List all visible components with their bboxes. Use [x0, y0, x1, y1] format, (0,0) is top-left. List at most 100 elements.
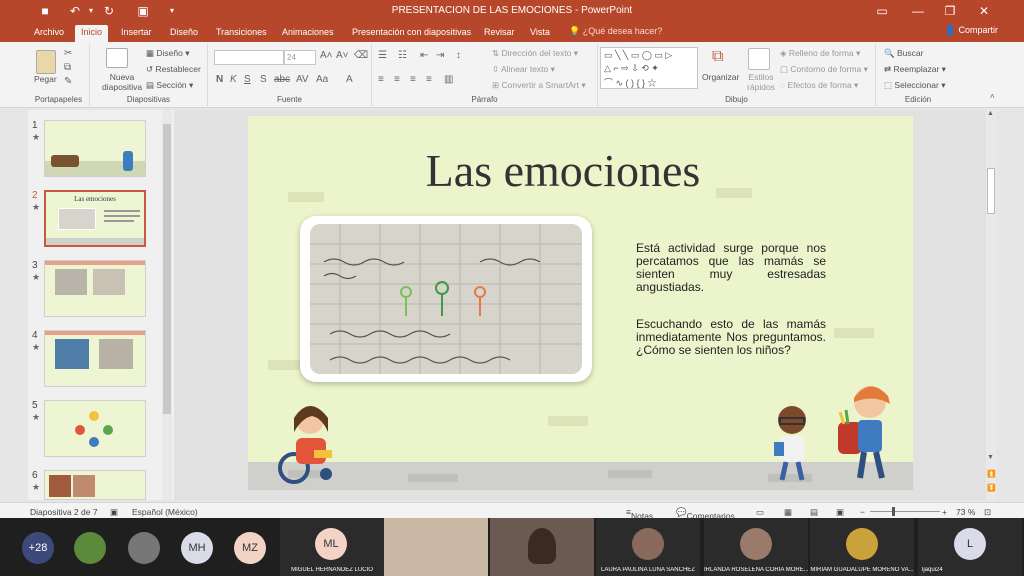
avatar-mz[interactable]: MZ: [234, 532, 266, 564]
participant-tile[interactable]: MIRIAM GUADALUPE MORENO VA...: [810, 518, 914, 576]
justify-icon[interactable]: ≡: [426, 74, 432, 85]
tab-inicio[interactable]: Inicio: [75, 25, 109, 42]
columns-icon[interactable]: ▥: [444, 74, 453, 85]
tab-transiciones[interactable]: Transiciones: [210, 25, 273, 42]
avatar-tree[interactable]: [74, 532, 106, 564]
shapes-gallery[interactable]: ▭ ╲ ╲ ▭ ◯ ▭ ▷ △ ⌐ ⇨ ⇩ ⟲ ✦ ⌒ ∿ ( ) { } ☆: [600, 47, 698, 89]
arrange-icon[interactable]: ⧉: [712, 48, 734, 70]
strikethrough-icon[interactable]: abc: [274, 74, 290, 85]
slide-thumbnail-3[interactable]: [44, 260, 146, 317]
slide-title[interactable]: Las emociones: [248, 144, 878, 197]
tell-me-search[interactable]: 💡 ¿Qué desea hacer?: [569, 26, 662, 37]
avatar-photo[interactable]: [128, 532, 160, 564]
participant-count[interactable]: +28: [22, 532, 54, 564]
language-indicator[interactable]: Español (México): [132, 507, 198, 517]
text-direction-button[interactable]: ⇅ Dirección del texto ▾: [492, 48, 578, 59]
decrease-font-icon[interactable]: A˅: [336, 50, 349, 61]
close-button[interactable]: ✕: [970, 2, 998, 20]
copy-icon[interactable]: ⧉: [64, 62, 71, 73]
new-slide-button[interactable]: Nueva diapositiva: [102, 72, 142, 92]
slide-sorter-icon[interactable]: ▦: [784, 507, 792, 518]
participant-tile[interactable]: L ljaqui24: [918, 518, 1022, 576]
tab-archivo[interactable]: Archivo: [28, 25, 70, 42]
zoom-level[interactable]: 73 %: [956, 507, 975, 517]
shape-outline-button[interactable]: ▢ Contorno de forma ▾: [780, 64, 868, 75]
char-spacing-icon[interactable]: AV: [296, 74, 309, 85]
slideshow-view-icon[interactable]: ▣: [836, 507, 844, 518]
normal-view-icon[interactable]: ▭: [756, 507, 764, 518]
current-slide[interactable]: Las emociones Está actividad surge porqu…: [248, 116, 913, 490]
slide-scrollbar[interactable]: ▲ ▼ ⏫ ⏬: [986, 110, 996, 500]
tab-diseno[interactable]: Diseño: [164, 25, 204, 42]
scrollbar-thumb[interactable]: [163, 124, 171, 414]
tab-vista[interactable]: Vista: [524, 25, 556, 42]
slide-thumbnail-4[interactable]: [44, 330, 146, 387]
reset-button[interactable]: ↺ Restablecer: [146, 64, 201, 75]
slide-thumbnail-pane[interactable]: 1 ★ 2 ★ Las emociones 3 ★ 4 ★ 5 ★ 6 ★: [28, 110, 174, 500]
arrange-button[interactable]: Organizar: [702, 72, 739, 82]
slide-thumbnail-6[interactable]: [44, 470, 146, 500]
shape-fill-button[interactable]: ◈ Relleno de forma ▾: [780, 48, 860, 59]
cut-icon[interactable]: ✂: [64, 48, 72, 59]
paste-button[interactable]: Pegar: [34, 74, 57, 84]
participant-video-tile[interactable]: [384, 518, 488, 576]
zoom-slider-thumb[interactable]: [892, 507, 895, 516]
quick-styles-button[interactable]: Estilos rápidos: [744, 72, 778, 92]
zoom-in-icon[interactable]: +: [942, 507, 947, 517]
participant-tile[interactable]: IRLANDA ROSELENA CORIA MORE...: [704, 518, 808, 576]
slide-thumbnail-5[interactable]: [44, 400, 146, 457]
maximize-button[interactable]: ❐: [936, 2, 964, 20]
notes-button[interactable]: ≡ Notas: [626, 507, 653, 521]
paste-icon[interactable]: [36, 50, 56, 74]
avatar-mh[interactable]: MH: [181, 532, 213, 564]
participant-tile[interactable]: LAURA PAULINA LUNA SANCHEZ: [596, 518, 700, 576]
format-painter-icon[interactable]: ✎: [64, 76, 72, 87]
minimize-button[interactable]: —: [904, 2, 932, 20]
scrollbar-thumb[interactable]: [987, 168, 995, 214]
align-center-icon[interactable]: ≡: [394, 74, 400, 85]
find-button[interactable]: 🔍 Buscar: [884, 48, 923, 59]
change-case-icon[interactable]: Aa: [316, 74, 328, 85]
replace-button[interactable]: ⇄ Reemplazar ▾: [884, 64, 946, 75]
align-right-icon[interactable]: ≡: [410, 74, 416, 85]
ribbon-display-icon[interactable]: ▭: [868, 2, 896, 20]
quick-styles-icon[interactable]: [748, 48, 770, 70]
zoom-slider[interactable]: [870, 507, 940, 516]
slide-paragraph-2[interactable]: Escuchando esto de las mamás inmediatame…: [636, 318, 826, 357]
tab-insertar[interactable]: Insertar: [115, 25, 158, 42]
bold-icon[interactable]: N: [216, 74, 223, 85]
slide-thumbnail-1[interactable]: [44, 120, 146, 177]
fit-slide-icon[interactable]: ⊡: [984, 507, 991, 518]
layout-button[interactable]: ▦ Diseño ▾: [146, 48, 190, 59]
comments-button[interactable]: 💬 Comentarios: [676, 507, 735, 521]
scroll-up-icon[interactable]: ▲: [987, 110, 994, 117]
increase-font-icon[interactable]: A˄: [320, 50, 333, 61]
next-slide-icon[interactable]: ⏬: [987, 484, 996, 492]
increase-indent-icon[interactable]: ⇥: [436, 50, 444, 61]
underline-icon[interactable]: S: [244, 74, 251, 85]
photo-frame[interactable]: [300, 216, 592, 382]
italic-icon[interactable]: K: [230, 74, 237, 85]
font-name-input[interactable]: [214, 50, 284, 65]
thumbnail-scrollbar[interactable]: [162, 110, 172, 500]
numbering-icon[interactable]: ☷: [398, 50, 407, 61]
line-spacing-icon[interactable]: ↕: [456, 50, 461, 61]
zoom-out-icon[interactable]: −: [860, 507, 865, 517]
shadow-icon[interactable]: S: [260, 74, 267, 85]
font-size-input[interactable]: 24: [284, 50, 316, 65]
participant-video-tile[interactable]: [490, 518, 594, 576]
new-slide-icon[interactable]: [106, 48, 128, 68]
tab-presentacion[interactable]: Presentación con diapositivas: [346, 25, 477, 42]
participant-tile[interactable]: ML MIGUEL HERNANDEZ LUCIO: [280, 518, 384, 576]
align-left-icon[interactable]: ≡: [378, 74, 384, 85]
align-text-button[interactable]: ⇳ Alinear texto ▾: [492, 64, 555, 75]
slide-thumbnail-2[interactable]: Las emociones: [44, 190, 146, 247]
smartart-button[interactable]: ⊞ Convertir a SmartArt ▾: [492, 80, 586, 91]
scroll-down-icon[interactable]: ▼: [987, 454, 994, 461]
tab-animaciones[interactable]: Animaciones: [276, 25, 340, 42]
share-button[interactable]: 👤 Compartir: [945, 25, 998, 36]
tab-revisar[interactable]: Revisar: [478, 25, 521, 42]
select-button[interactable]: ⬚ Seleccionar ▾: [884, 80, 945, 91]
collapse-ribbon-icon[interactable]: ˄: [990, 92, 995, 101]
section-button[interactable]: ▤ Sección ▾: [146, 80, 193, 91]
